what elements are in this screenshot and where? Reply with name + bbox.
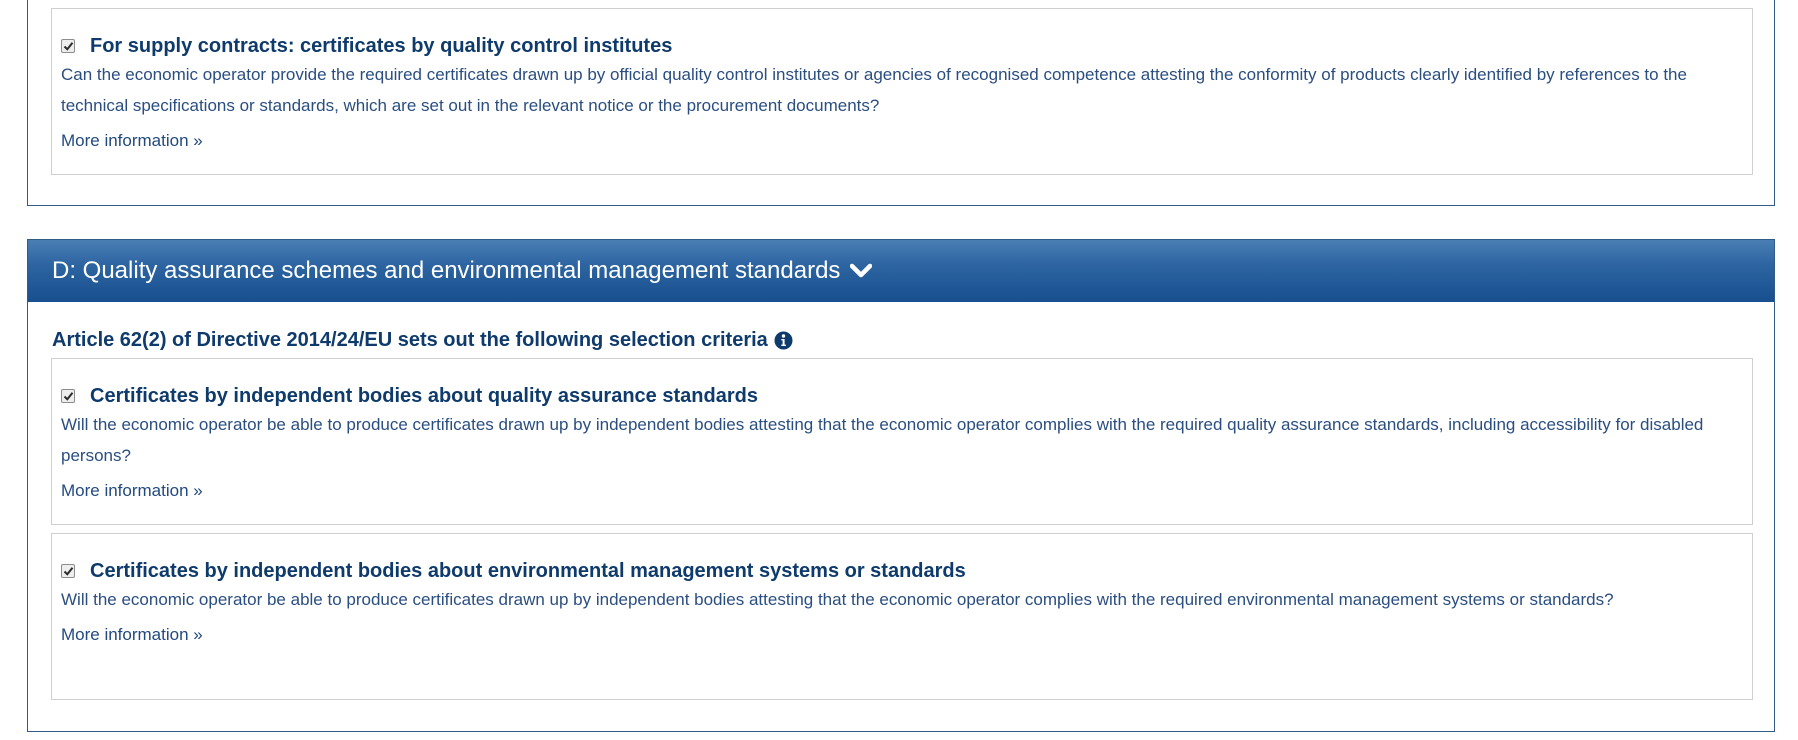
criterion-checkbox[interactable] [61,39,75,53]
criterion-title: For supply contracts: certificates by qu… [90,34,673,57]
article-text: Article 62(2) of Directive 2014/24/EU se… [52,329,768,351]
more-information-link[interactable]: More information » [61,625,203,645]
info-circle-icon[interactable] [774,331,793,350]
section-d-header[interactable]: D: Quality assurance schemes and environ… [28,240,1774,302]
criterion-title: Certificates by independent bodies about… [90,559,966,582]
criterion-header: Certificates by independent bodies about… [61,383,1752,409]
criterion-title: Certificates by independent bodies about… [90,384,758,407]
checkmark-icon [63,42,74,51]
criterion-description: Will the economic operator be able to pr… [61,590,1614,609]
chevron-down-icon[interactable] [850,263,873,279]
criterion-header: Certificates by independent bodies about… [61,558,1752,584]
criterion-quality-assurance: Certificates by independent bodies about… [51,358,1753,525]
criterion-supply-certificates: For supply contracts: certificates by qu… [51,8,1753,175]
criterion-description: Will the economic operator be able to pr… [61,415,1704,465]
more-information-link[interactable]: More information » [61,481,203,501]
criterion-header: For supply contracts: certificates by qu… [61,33,1752,59]
more-information-link[interactable]: More information » [61,131,203,151]
article-heading: Article 62(2) of Directive 2014/24/EU se… [52,329,793,352]
criterion-environmental-management: Certificates by independent bodies about… [51,533,1753,700]
section-d-title: D: Quality assurance schemes and environ… [52,257,841,284]
criterion-checkbox[interactable] [61,564,75,578]
checkmark-icon [63,567,74,576]
criterion-description: Can the economic operator provide the re… [61,65,1687,115]
checkmark-icon [63,392,74,401]
criterion-checkbox[interactable] [61,389,75,403]
